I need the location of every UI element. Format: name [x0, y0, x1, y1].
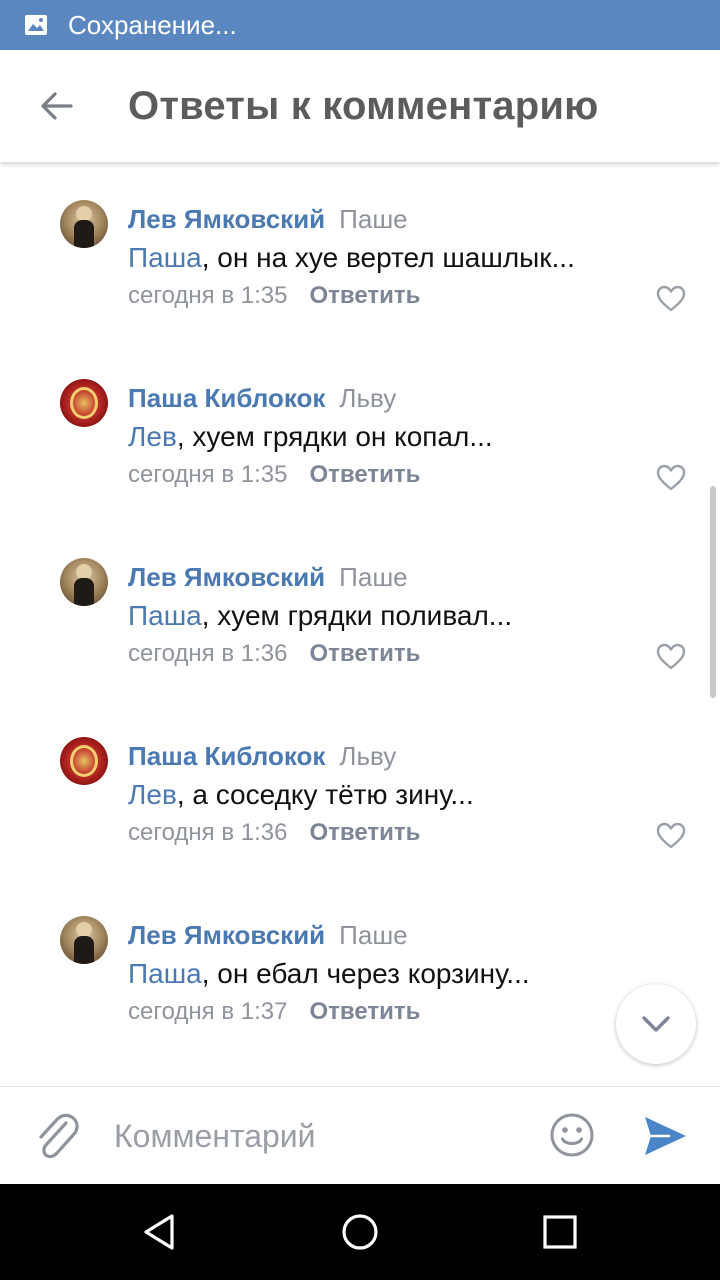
like-button[interactable]	[652, 817, 690, 855]
smiley-icon	[550, 1113, 594, 1157]
comment-text: , хуем грядки он копал...	[176, 421, 493, 452]
comment-reply-to: Льву	[339, 383, 397, 413]
scrollbar[interactable]	[710, 486, 716, 698]
image-icon	[24, 13, 48, 37]
comment-mention[interactable]: Паша	[128, 600, 202, 631]
comment-item: Паша Киблокок Льву Лев, а соседку тётю зи…	[0, 737, 720, 887]
comment-author[interactable]: Паша Киблокок	[128, 383, 325, 413]
comment-input[interactable]	[114, 1111, 534, 1161]
like-button[interactable]	[652, 638, 690, 676]
circle-home-icon	[342, 1214, 378, 1250]
comments-list: Лев Ямковский Паше Паша, он на хуе вертел…	[0, 162, 720, 1087]
comment-text: , хуем грядки поливал...	[201, 600, 513, 631]
reply-button[interactable]: Ответить	[309, 819, 420, 846]
reply-button[interactable]: Ответить	[309, 282, 420, 309]
comment-mention[interactable]: Лев	[128, 421, 177, 452]
like-button[interactable]	[652, 459, 690, 497]
comment-time: сегодня в 1:35	[128, 461, 288, 488]
heart-icon	[656, 822, 686, 849]
comment-item: Лев Ямковский Паше Паша, он на хуе вертел…	[0, 200, 720, 350]
page-title: Ответы к комментарию	[128, 83, 599, 128]
comment-item: Лев Ямковский Паше Паша, хуем грядки поли…	[0, 558, 720, 708]
nav-home-button[interactable]	[340, 1212, 380, 1252]
avatar[interactable]	[60, 200, 108, 248]
comment-mention[interactable]: Паша	[128, 958, 202, 989]
reply-button[interactable]: Ответить	[309, 461, 420, 488]
chevron-down-icon	[642, 1016, 670, 1032]
scroll-down-button[interactable]	[616, 984, 696, 1064]
navigation-bar	[0, 1184, 720, 1280]
reply-button[interactable]: Ответить	[309, 640, 420, 667]
comment-text: , он на хуе вертел шашлык...	[201, 242, 575, 273]
comment-reply-to: Паше	[339, 920, 408, 950]
send-icon	[645, 1117, 686, 1155]
attach-button[interactable]	[32, 1109, 82, 1163]
avatar[interactable]	[60, 379, 108, 427]
comment-text: , он ебал через корзину...	[201, 958, 530, 989]
send-button[interactable]	[640, 1111, 690, 1161]
comment-time: сегодня в 1:36	[128, 819, 288, 846]
emoji-button[interactable]	[548, 1111, 596, 1159]
triangle-back-icon	[144, 1214, 174, 1250]
comment-mention[interactable]: Паша	[128, 242, 202, 273]
avatar[interactable]	[60, 558, 108, 606]
avatar[interactable]	[60, 916, 108, 964]
like-button[interactable]	[652, 280, 690, 318]
avatar[interactable]	[60, 737, 108, 785]
reply-button[interactable]: Ответить	[309, 998, 420, 1025]
comment-time: сегодня в 1:36	[128, 640, 288, 667]
comment-text: , а соседку тётю зину...	[176, 779, 474, 810]
square-recents-icon	[543, 1215, 577, 1249]
toolbar: Ответы к комментарию	[0, 50, 720, 162]
arrow-left-icon	[41, 92, 73, 120]
nav-back-button[interactable]	[140, 1212, 180, 1252]
comment-item: Паша Киблокок Льву Лев, хуем грядки он ко…	[0, 379, 720, 529]
comment-reply-to: Паше	[339, 562, 408, 592]
comment-author[interactable]: Лев Ямковский	[128, 920, 325, 950]
comment-author[interactable]: Лев Ямковский	[128, 562, 325, 592]
comment-reply-to: Льву	[339, 741, 397, 771]
comment-time: сегодня в 1:35	[128, 282, 288, 309]
status-bar: Сохранение...	[0, 0, 720, 50]
comment-mention[interactable]: Лев	[128, 779, 177, 810]
comment-composer	[0, 1086, 720, 1184]
comment-author[interactable]: Лев Ямковский	[128, 204, 325, 234]
heart-icon	[656, 285, 686, 312]
status-text: Сохранение...	[68, 9, 237, 40]
heart-icon	[656, 464, 686, 491]
comment-author[interactable]: Паша Киблокок	[128, 741, 325, 771]
heart-icon	[656, 643, 686, 670]
nav-recents-button[interactable]	[540, 1212, 580, 1252]
comment-reply-to: Паше	[339, 204, 408, 234]
comment-time: сегодня в 1:37	[128, 998, 288, 1025]
paperclip-icon	[39, 1113, 79, 1159]
back-button[interactable]	[22, 71, 92, 141]
comment-item: Лев Ямковский Паше Паша, он ебал через ко…	[0, 916, 720, 1066]
